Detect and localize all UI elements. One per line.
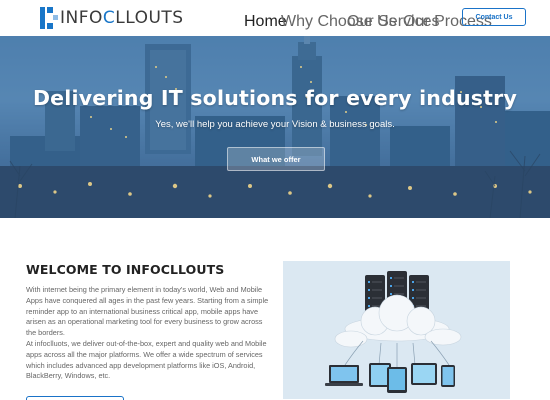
welcome-heading: WELCOME TO INFOCLLOUTS — [26, 262, 225, 277]
hero-subtitle: Yes, we'll help you achieve your Vision … — [155, 119, 395, 130]
read-more-button[interactable] — [26, 396, 124, 400]
hero-banner: Delivering IT solutions for every indust… — [0, 36, 550, 218]
site-logo[interactable]: INFOCLLOUTS — [40, 6, 184, 30]
logo-text: INFOCLLOUTS — [60, 8, 184, 28]
cloud-servers-illustration — [283, 261, 510, 399]
welcome-paragraph-1: With internet being the primary element … — [26, 285, 269, 338]
hero-title: Delivering IT solutions for every indust… — [32, 86, 518, 110]
welcome-paragraph-2: At infoclluots, we deliver out-of-the-bo… — [26, 338, 267, 381]
what-we-offer-button[interactable]: What we offer — [227, 147, 325, 171]
contact-us-button[interactable]: Contact Us — [462, 8, 526, 26]
logo-mark-icon — [40, 7, 58, 29]
welcome-text: With internet being the primary element … — [26, 285, 272, 382]
top-navbar: INFOCLLOUTS Home Why Choose Us Our Servi… — [0, 0, 550, 36]
